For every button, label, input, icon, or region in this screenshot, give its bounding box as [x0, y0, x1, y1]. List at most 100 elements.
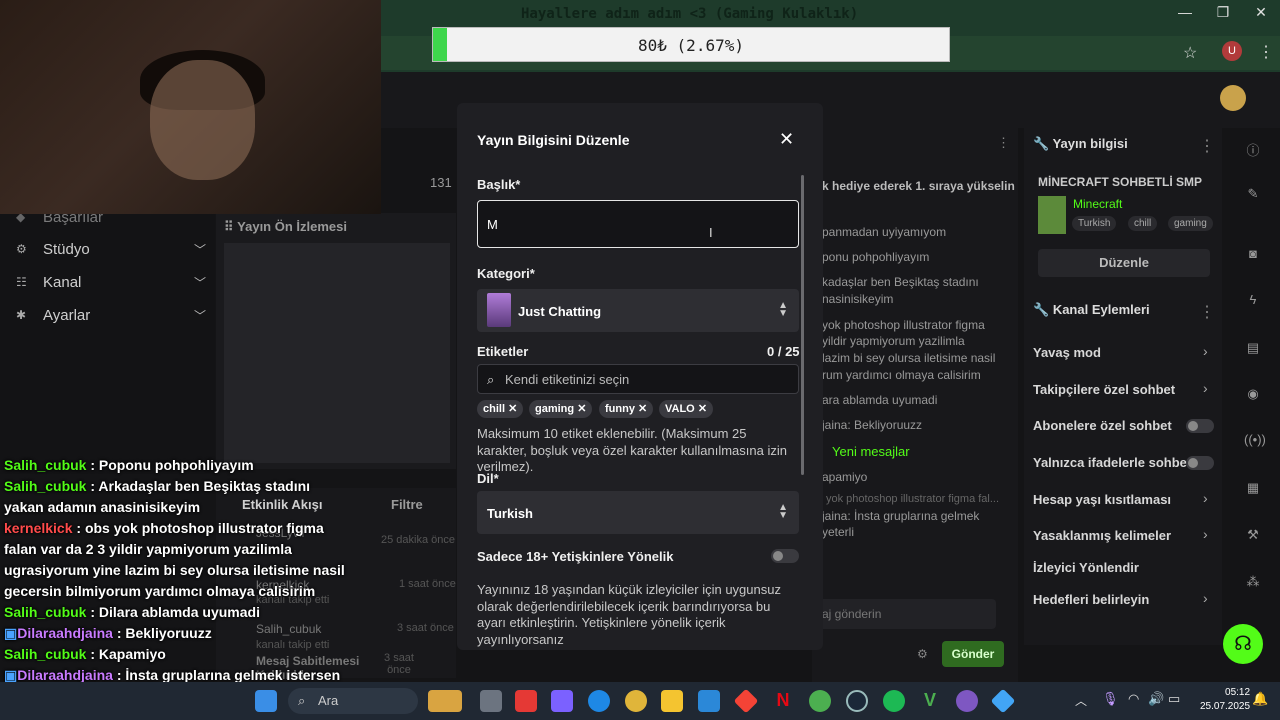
close-icon[interactable]: ✕	[779, 129, 794, 150]
channel-icon: ☷	[16, 275, 27, 289]
chat-text: : Bekliyoruuzz	[112, 625, 212, 641]
edge-icon[interactable]	[588, 690, 610, 712]
action-raid[interactable]: İzleyici Yönlendir	[1033, 560, 1139, 575]
filter-button[interactable]: Filtre	[391, 497, 423, 512]
lightning-icon[interactable]: ϟ	[1244, 292, 1262, 310]
chat-settings-icon[interactable]: ⚙	[917, 647, 928, 661]
action-banned-words[interactable]: Yasaklanmış kelimeler	[1033, 528, 1171, 543]
taskbar-search[interactable]: ⌕ Ara	[288, 688, 418, 714]
microphone-icon[interactable]: 🎙	[1102, 691, 1119, 707]
camera-icon[interactable]: ◙	[1244, 246, 1262, 264]
copilot-icon[interactable]	[551, 690, 573, 712]
broadcast-icon[interactable]: ((•))	[1244, 432, 1266, 450]
tag-chip[interactable]: chill ✕	[477, 400, 524, 418]
bookmark-star-icon[interactable]: ☆	[1183, 43, 1197, 63]
subscribers-only-toggle[interactable]	[1186, 419, 1214, 433]
tools-icon[interactable]: ⚒	[1244, 527, 1262, 545]
app-icon[interactable]	[733, 688, 759, 714]
language-select[interactable]: Turkish ▲ ▼	[477, 491, 799, 534]
battery-icon[interactable]: ▭	[1168, 691, 1180, 707]
search-icon: ⌕	[298, 693, 306, 708]
modal-scrollbar[interactable]	[801, 175, 804, 475]
emotes-only-toggle[interactable]	[1186, 456, 1214, 470]
volume-icon[interactable]: 🔊	[1148, 691, 1164, 707]
clock-time: 05:12	[1225, 687, 1251, 698]
chevron-right-icon: ›	[1203, 490, 1208, 506]
chevron-down-icon: ﹀	[193, 308, 206, 323]
chat-bubble-icon[interactable]: ◉	[1244, 386, 1262, 404]
start-windows-icon[interactable]	[255, 690, 277, 712]
remove-tag-icon[interactable]: ✕	[698, 403, 707, 415]
profile-avatar[interactable]: U	[1222, 41, 1242, 61]
remove-tag-icon[interactable]: ✕	[577, 403, 586, 415]
window-controls: — ❐ ✕	[1166, 4, 1280, 21]
document-icon[interactable]: ▤	[1244, 340, 1262, 358]
store-icon[interactable]	[698, 690, 720, 712]
chat-message: ▣Dilaraahdjaina : Bekliyoruuzz	[0, 623, 350, 644]
maximize-icon[interactable]: ❐	[1204, 4, 1242, 21]
minimize-icon[interactable]: —	[1166, 4, 1204, 21]
language-label: Dil*	[477, 471, 499, 486]
sidebar-item-settings[interactable]: ✱ Ayarlar ﹀	[16, 304, 206, 326]
chat-line: yok photoshop illustrator figma fal...	[826, 493, 1000, 505]
action-goals[interactable]: Hedefleri belirleyin	[1033, 592, 1149, 607]
chat-input[interactable]: aj gönderin	[816, 599, 996, 629]
stream-tag: Turkish	[1072, 216, 1117, 231]
category-select[interactable]: Just Chatting ▲ ▼	[477, 289, 799, 332]
preview-video[interactable]	[224, 243, 450, 463]
panel-menu-icon[interactable]: ⋮	[1199, 136, 1215, 156]
remove-tag-icon[interactable]: ✕	[508, 403, 517, 415]
task-view-icon[interactable]	[480, 690, 502, 712]
tag-chip[interactable]: gaming ✕	[529, 400, 593, 418]
pen-icon[interactable]: ✎	[1244, 186, 1262, 204]
youtube-icon[interactable]	[515, 690, 537, 712]
support-headset-icon[interactable]: ☊	[1223, 624, 1263, 664]
chrome-icon[interactable]	[625, 690, 647, 712]
tag-chip[interactable]: VALO ✕	[659, 400, 714, 418]
sidebar-item-channel[interactable]: ☷ Kanal ﹀	[16, 271, 206, 293]
action-followers-only[interactable]: Takipçilere özel sohbet	[1033, 382, 1175, 397]
more-menu-icon[interactable]: ⋮	[1258, 42, 1274, 62]
title-input[interactable]	[477, 200, 799, 248]
remove-tag-icon[interactable]: ✕	[638, 403, 647, 415]
tag-chip-label: funny	[605, 403, 635, 415]
tray-chevron-icon[interactable]: ︿	[1075, 692, 1087, 709]
action-subscribers-only[interactable]: Abonelere özel sohbet	[1033, 418, 1172, 433]
adult-toggle[interactable]	[771, 549, 799, 563]
layout-icon[interactable]: ▦	[1244, 480, 1262, 498]
chevron-right-icon: ›	[1203, 526, 1208, 542]
close-window-icon[interactable]: ✕	[1242, 4, 1280, 21]
wifi-icon[interactable]: ◠	[1128, 691, 1139, 707]
obs-icon[interactable]	[956, 690, 978, 712]
action-emotes-only[interactable]: Yalnızca ifadelerle sohbet	[1033, 455, 1191, 470]
chat-menu-icon[interactable]: ⋮	[997, 135, 1010, 151]
steam-icon[interactable]	[846, 690, 868, 712]
app-icon[interactable]: V	[919, 690, 941, 712]
spotify-icon[interactable]	[883, 690, 905, 712]
drag-handle-icon[interactable]: ⠿	[224, 219, 234, 234]
user-avatar[interactable]	[1220, 85, 1246, 111]
info-icon[interactable]: ⓘ	[1244, 140, 1262, 158]
panel-menu-icon[interactable]: ⋮	[1199, 302, 1215, 322]
stream-category[interactable]: Minecraft	[1073, 197, 1122, 211]
share-icon[interactable]: ⁂	[1244, 574, 1262, 592]
action-slow-mode[interactable]: Yavaş mod	[1033, 345, 1101, 360]
app-icon[interactable]	[809, 690, 831, 712]
chevron-down-icon: ﹀	[193, 242, 206, 257]
netflix-icon[interactable]: N	[772, 690, 794, 712]
clock-date: 25.07.2025	[1200, 701, 1251, 712]
sidebar-item-studio[interactable]: ⚙ Stüdyo ﹀	[16, 238, 206, 260]
tag-chip[interactable]: funny ✕	[599, 400, 654, 418]
donation-goal-bar: 80₺ (2.67%)	[432, 27, 950, 62]
tag-search-input[interactable]: ⌕ Kendi etiketinizi seçin	[477, 364, 799, 394]
edit-stream-button[interactable]: Düzenle	[1038, 249, 1210, 277]
notification-bell-icon[interactable]: 🔔	[1252, 691, 1268, 707]
new-messages-divider: Yeni mesajlar	[832, 444, 910, 459]
app-icon[interactable]	[990, 688, 1016, 714]
taskbar-clock[interactable]: 05:12 25.07.2025	[1200, 686, 1250, 714]
file-explorer-icon[interactable]	[661, 690, 683, 712]
send-button[interactable]: Gönder	[942, 641, 1004, 667]
action-account-age[interactable]: Hesap yaşı kısıtlaması	[1033, 492, 1171, 507]
widget-icon[interactable]	[428, 690, 462, 712]
category-thumbnail	[1038, 196, 1066, 234]
